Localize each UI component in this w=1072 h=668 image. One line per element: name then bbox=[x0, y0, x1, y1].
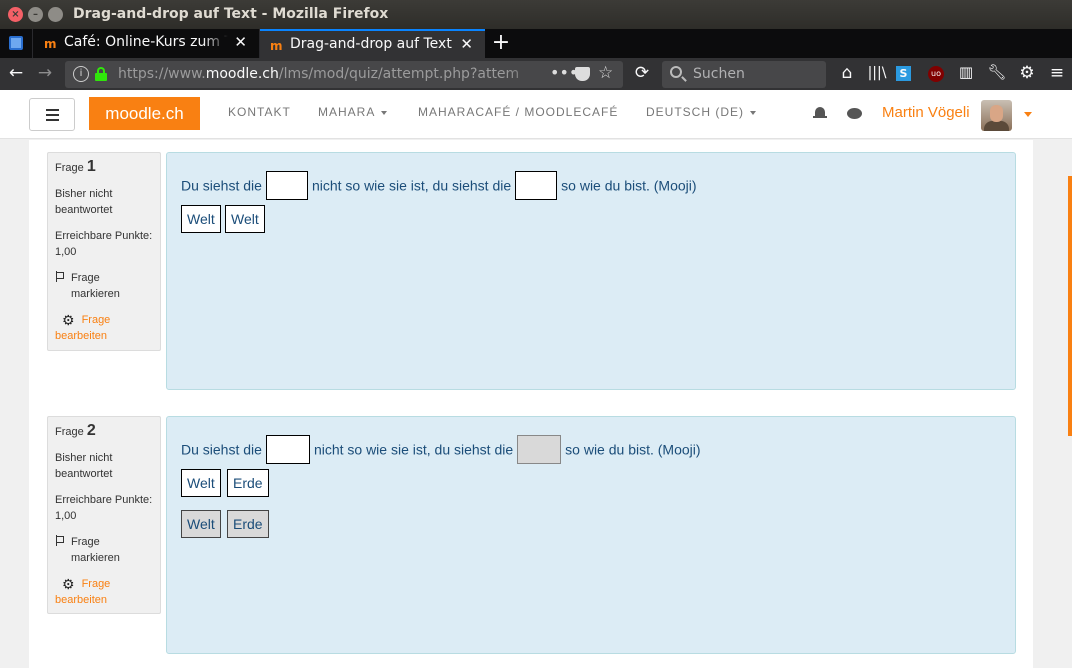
gear-icon[interactable]: ⚙ bbox=[1016, 63, 1038, 83]
tab-label: Café: Online-Kurs zum Th bbox=[64, 34, 228, 50]
extension-s-icon[interactable]: S bbox=[896, 66, 911, 81]
caret-down-icon bbox=[750, 110, 756, 115]
tab-close-icon[interactable]: ✕ bbox=[460, 35, 473, 53]
window-close-icon[interactable]: × bbox=[8, 7, 23, 22]
ublock-icon[interactable]: uo bbox=[928, 66, 944, 82]
site-navbar: moodle.ch KONTAKT MAHARA MAHARACAFÉ / MO… bbox=[0, 90, 1072, 139]
gear-icon: ⚙ bbox=[62, 576, 75, 592]
user-menu-caret-icon[interactable] bbox=[1024, 112, 1032, 117]
nav-language[interactable]: DEUTSCH (DE) bbox=[646, 105, 756, 119]
browser-navbar: ← → i https://www.moodle.ch/lms/mod/quiz… bbox=[0, 58, 1072, 90]
url-bar[interactable]: i https://www.moodle.ch/lms/mod/quiz/att… bbox=[65, 61, 623, 88]
question-2-info: Frage 2 Bisher nicht beantwortet Erreich… bbox=[47, 416, 161, 614]
flag-icon bbox=[55, 271, 65, 282]
tab-close-icon[interactable]: ✕ bbox=[234, 33, 247, 51]
url-text[interactable]: https://www.moodle.ch/lms/mod/quiz/attem… bbox=[118, 66, 548, 82]
caret-down-icon bbox=[381, 110, 388, 115]
page-scrollbar[interactable] bbox=[1068, 176, 1072, 436]
reload-icon[interactable]: ⟳ bbox=[631, 63, 653, 83]
text-part: so wie du bist. (Mooji) bbox=[565, 441, 701, 458]
drag-choice-placed[interactable]: Erde bbox=[227, 510, 269, 538]
text-part: Du siehst die bbox=[181, 177, 262, 194]
question-number: Frage 2 bbox=[55, 422, 96, 439]
library-icon[interactable]: |||\ bbox=[866, 65, 888, 81]
points-value: 1,00 bbox=[55, 510, 77, 522]
url-path: /lms/mod/quiz/attempt.php?attem bbox=[278, 66, 520, 82]
question-text: Du siehst die nicht so wie sie ist, du si… bbox=[181, 171, 697, 200]
drag-choice[interactable]: Erde bbox=[227, 469, 269, 497]
page-viewport: moodle.ch KONTAKT MAHARA MAHARACAFÉ / MO… bbox=[0, 90, 1072, 668]
window-title: Drag-and-drop auf Text - Mozilla Firefox bbox=[73, 6, 389, 22]
moodle-m-icon: m bbox=[270, 39, 283, 53]
window-titlebar: × – Drag-and-drop auf Text - Mozilla Fir… bbox=[0, 0, 1072, 29]
nav-label: DEUTSCH (DE) bbox=[646, 105, 744, 119]
edit-question-link[interactable]: ⚙ Frage bearbeiten bbox=[55, 312, 153, 344]
tab-strip: m Café: Online-Kurs zum Th ✕ m Drag-and-… bbox=[0, 29, 1072, 58]
flag-question-link[interactable]: Frage markieren bbox=[55, 270, 153, 302]
window-minimize-icon[interactable]: – bbox=[28, 7, 43, 22]
bell-icon[interactable] bbox=[813, 106, 827, 120]
text-part: so wie du bist. (Mooji) bbox=[561, 177, 697, 194]
nav-mahara[interactable]: MAHARA bbox=[318, 105, 388, 119]
text-part: nicht so wie sie ist, du siehst die bbox=[311, 177, 512, 194]
nav-label: KONTAKT bbox=[228, 105, 291, 119]
question-number: Frage 1 bbox=[55, 158, 96, 175]
nav-label: MAHARA bbox=[318, 105, 376, 119]
drag-choice[interactable]: Welt bbox=[225, 205, 265, 233]
moodle-m-icon: m bbox=[44, 37, 57, 51]
sidebar-icon[interactable]: ▥ bbox=[955, 63, 977, 81]
flag-question-link[interactable]: Frage markieren bbox=[55, 534, 153, 566]
nav-kontakt[interactable]: KONTAKT bbox=[228, 105, 291, 119]
avatar[interactable] bbox=[981, 100, 1012, 131]
drag-choice[interactable]: Welt bbox=[181, 205, 221, 233]
points-value: 1,00 bbox=[55, 246, 77, 258]
drop-zone-2[interactable] bbox=[515, 171, 558, 200]
bookmark-star-icon[interactable]: ☆ bbox=[598, 63, 613, 83]
site-logo[interactable]: moodle.ch bbox=[89, 97, 200, 130]
message-bubble-icon[interactable] bbox=[847, 108, 862, 119]
wrench-icon[interactable]: 🔧︎ bbox=[986, 63, 1008, 81]
search-icon bbox=[670, 66, 682, 78]
url-domain: moodle.ch bbox=[205, 66, 279, 82]
forward-arrow-icon[interactable]: → bbox=[34, 63, 56, 83]
new-tab-icon[interactable]: + bbox=[490, 30, 512, 55]
question-status: Bisher nicht beantwortet bbox=[55, 188, 113, 216]
user-name[interactable]: Martin Vögeli bbox=[882, 104, 970, 121]
nav-maharacafe[interactable]: MAHARACAFÉ / MOODLECAFÉ bbox=[418, 105, 618, 119]
pocket-icon[interactable] bbox=[575, 67, 590, 81]
calendar-icon bbox=[9, 36, 23, 50]
drag-choice[interactable]: Welt bbox=[181, 469, 221, 497]
question-1-formulation: Du siehst die nicht so wie sie ist, du si… bbox=[166, 152, 1016, 390]
flag-icon bbox=[55, 535, 65, 546]
drop-zone-1[interactable] bbox=[265, 171, 308, 200]
tab-cafe[interactable]: m Café: Online-Kurs zum Th ✕ bbox=[34, 29, 260, 58]
points-label: Erreichbare Punkte: bbox=[55, 494, 153, 506]
tab-pinned-calendar[interactable] bbox=[0, 29, 33, 58]
home-icon[interactable]: ⌂ bbox=[836, 63, 858, 83]
tab-drag-and-drop[interactable]: m Drag-and-drop auf Text ✕ bbox=[260, 29, 485, 58]
back-arrow-icon[interactable]: ← bbox=[5, 63, 27, 83]
nav-label: MAHARACAFÉ / MOODLECAFÉ bbox=[418, 105, 619, 119]
search-input[interactable]: Suchen bbox=[662, 61, 826, 88]
text-part: nicht so wie sie ist, du siehst die bbox=[313, 441, 514, 458]
url-prefix: https://www. bbox=[118, 66, 206, 82]
drag-choice-placed[interactable]: Welt bbox=[181, 510, 221, 538]
window-maximize-icon[interactable] bbox=[48, 7, 63, 22]
hamburger-menu-icon[interactable]: ≡ bbox=[1046, 63, 1068, 83]
drop-zone-2[interactable] bbox=[517, 435, 562, 464]
drawer-toggle-button[interactable] bbox=[29, 98, 75, 131]
drop-zone-1[interactable] bbox=[265, 435, 310, 464]
points-label: Erreichbare Punkte: bbox=[55, 230, 153, 242]
question-2-formulation: Du siehst die nicht so wie sie ist, du si… bbox=[166, 416, 1016, 654]
info-icon[interactable]: i bbox=[73, 66, 89, 82]
edit-question-link[interactable]: ⚙ Frage bearbeiten bbox=[55, 576, 153, 608]
search-placeholder: Suchen bbox=[693, 66, 745, 82]
question-1-info: Frage 1 Bisher nicht beantwortet Erreich… bbox=[47, 152, 161, 351]
question-text: Du siehst die nicht so wie sie ist, du si… bbox=[181, 435, 701, 464]
question-status: Bisher nicht beantwortet bbox=[55, 452, 113, 480]
lock-icon[interactable] bbox=[95, 67, 107, 81]
gear-icon: ⚙ bbox=[62, 312, 75, 328]
tab-label: Drag-and-drop auf Text bbox=[290, 36, 452, 52]
text-part: Du siehst die bbox=[181, 441, 262, 458]
